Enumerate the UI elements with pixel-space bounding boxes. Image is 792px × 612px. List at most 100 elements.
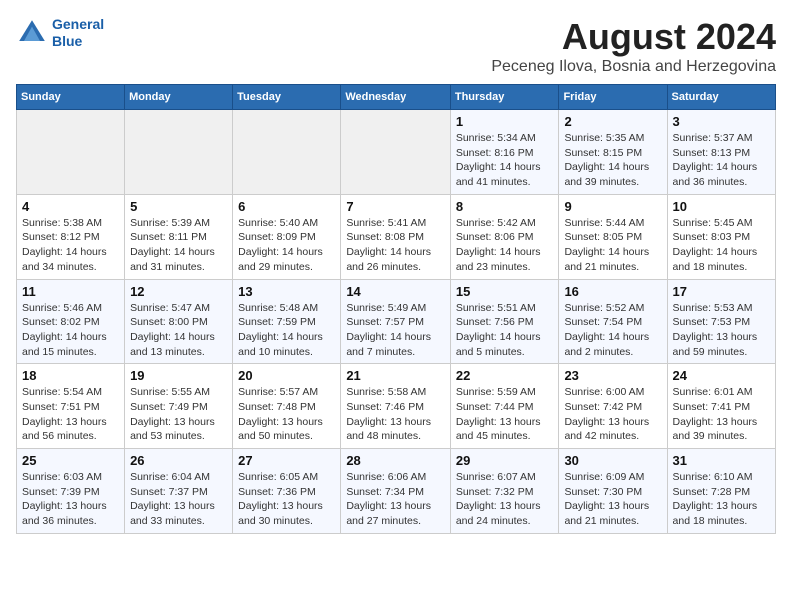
day-number: 30 (564, 453, 661, 468)
weekday-header-thursday: Thursday (450, 85, 559, 110)
calendar-cell: 7Sunrise: 5:41 AM Sunset: 8:08 PM Daylig… (341, 194, 451, 279)
day-number: 26 (130, 453, 227, 468)
calendar-cell: 28Sunrise: 6:06 AM Sunset: 7:34 PM Dayli… (341, 449, 451, 534)
calendar-cell: 13Sunrise: 5:48 AM Sunset: 7:59 PM Dayli… (233, 279, 341, 364)
calendar-cell: 26 Sunrise: 6:04 AM Sunset: 7:37 PM Dayli… (125, 449, 233, 534)
weekday-header-sunday: Sunday (17, 85, 125, 110)
day-number: 24 (673, 368, 770, 383)
day-info: Sunrise: 5:42 AM Sunset: 8:06 PM Dayligh… (456, 216, 554, 275)
month-title: August 2024 (491, 16, 776, 58)
calendar-cell: 8 Sunrise: 5:42 AM Sunset: 8:06 PM Daylig… (450, 194, 559, 279)
day-number: 7 (346, 199, 445, 214)
day-info: Sunrise: 5:46 AM Sunset: 8:02 PM Dayligh… (22, 301, 119, 360)
day-number: 28 (346, 453, 445, 468)
calendar-cell: 11 Sunrise: 5:46 AM Sunset: 8:02 PM Dayli… (17, 279, 125, 364)
day-info: Sunrise: 5:40 AM Sunset: 8:09 PM Dayligh… (238, 216, 335, 275)
calendar-cell: 20 Sunrise: 5:57 AM Sunset: 7:48 PM Dayli… (233, 364, 341, 449)
calendar-cell (125, 110, 233, 195)
day-number: 8 (456, 199, 554, 214)
day-info: Sunrise: 5:47 AM Sunset: 8:00 PM Dayligh… (130, 301, 227, 360)
location-subtitle: Peceneg Ilova, Bosnia and Herzegovina (491, 58, 776, 76)
day-info: Sunrise: 6:07 AM Sunset: 7:32 PM Dayligh… (456, 470, 554, 529)
day-number: 19 (130, 368, 227, 383)
day-number: 5 (130, 199, 227, 214)
calendar-cell: 21Sunrise: 5:58 AM Sunset: 7:46 PM Dayli… (341, 364, 451, 449)
calendar-cell: 9Sunrise: 5:44 AM Sunset: 8:05 PM Daylig… (559, 194, 667, 279)
day-number: 12 (130, 284, 227, 299)
day-info: Sunrise: 6:00 AM Sunset: 7:42 PM Dayligh… (564, 385, 661, 444)
day-info: Sunrise: 6:04 AM Sunset: 7:37 PM Dayligh… (130, 470, 227, 529)
calendar-table: SundayMondayTuesdayWednesdayThursdayFrid… (16, 84, 776, 534)
day-number: 6 (238, 199, 335, 214)
day-info: Sunrise: 6:03 AM Sunset: 7:39 PM Dayligh… (22, 470, 119, 529)
calendar-cell: 22 Sunrise: 5:59 AM Sunset: 7:44 PM Dayli… (450, 364, 559, 449)
day-info: Sunrise: 6:10 AM Sunset: 7:28 PM Dayligh… (673, 470, 770, 529)
calendar-cell: 12 Sunrise: 5:47 AM Sunset: 8:00 PM Dayli… (125, 279, 233, 364)
day-info: Sunrise: 5:51 AM Sunset: 7:56 PM Dayligh… (456, 301, 554, 360)
day-number: 27 (238, 453, 335, 468)
day-number: 16 (564, 284, 661, 299)
day-number: 17 (673, 284, 770, 299)
day-number: 22 (456, 368, 554, 383)
day-number: 29 (456, 453, 554, 468)
calendar-cell (341, 110, 451, 195)
calendar-cell: 30Sunrise: 6:09 AM Sunset: 7:30 PM Dayli… (559, 449, 667, 534)
calendar-cell (233, 110, 341, 195)
day-info: Sunrise: 5:54 AM Sunset: 7:51 PM Dayligh… (22, 385, 119, 444)
day-info: Sunrise: 6:01 AM Sunset: 7:41 PM Dayligh… (673, 385, 770, 444)
day-number: 15 (456, 284, 554, 299)
weekday-header-monday: Monday (125, 85, 233, 110)
page-header: General Blue August 2024 Peceneg Ilova, … (16, 16, 776, 76)
weekday-header-wednesday: Wednesday (341, 85, 451, 110)
weekday-header-friday: Friday (559, 85, 667, 110)
weekday-header-saturday: Saturday (667, 85, 775, 110)
day-info: Sunrise: 5:58 AM Sunset: 7:46 PM Dayligh… (346, 385, 445, 444)
calendar-cell: 4 Sunrise: 5:38 AM Sunset: 8:12 PM Daylig… (17, 194, 125, 279)
calendar-cell: 17Sunrise: 5:53 AM Sunset: 7:53 PM Dayli… (667, 279, 775, 364)
day-info: Sunrise: 5:55 AM Sunset: 7:49 PM Dayligh… (130, 385, 227, 444)
day-number: 4 (22, 199, 119, 214)
logo-text: General Blue (52, 16, 104, 50)
calendar-cell: 25Sunrise: 6:03 AM Sunset: 7:39 PM Dayli… (17, 449, 125, 534)
calendar-week-1: 1 Sunrise: 5:34 AM Sunset: 8:16 PM Daylig… (17, 110, 776, 195)
calendar-cell: 23Sunrise: 6:00 AM Sunset: 7:42 PM Dayli… (559, 364, 667, 449)
calendar-cell: 16 Sunrise: 5:52 AM Sunset: 7:54 PM Dayli… (559, 279, 667, 364)
day-number: 10 (673, 199, 770, 214)
calendar-cell: 2 Sunrise: 5:35 AM Sunset: 8:15 PM Daylig… (559, 110, 667, 195)
day-number: 18 (22, 368, 119, 383)
calendar-week-4: 18 Sunrise: 5:54 AM Sunset: 7:51 PM Dayli… (17, 364, 776, 449)
day-info: Sunrise: 5:39 AM Sunset: 8:11 PM Dayligh… (130, 216, 227, 275)
day-info: Sunrise: 5:59 AM Sunset: 7:44 PM Dayligh… (456, 385, 554, 444)
calendar-cell: 5 Sunrise: 5:39 AM Sunset: 8:11 PM Daylig… (125, 194, 233, 279)
day-info: Sunrise: 5:57 AM Sunset: 7:48 PM Dayligh… (238, 385, 335, 444)
day-number: 20 (238, 368, 335, 383)
day-info: Sunrise: 5:44 AM Sunset: 8:05 PM Dayligh… (564, 216, 661, 275)
calendar-week-3: 11 Sunrise: 5:46 AM Sunset: 8:02 PM Dayli… (17, 279, 776, 364)
day-info: Sunrise: 5:49 AM Sunset: 7:57 PM Dayligh… (346, 301, 445, 360)
day-info: Sunrise: 6:05 AM Sunset: 7:36 PM Dayligh… (238, 470, 335, 529)
day-info: Sunrise: 5:35 AM Sunset: 8:15 PM Dayligh… (564, 131, 661, 190)
day-number: 11 (22, 284, 119, 299)
calendar-cell (17, 110, 125, 195)
calendar-cell: 18 Sunrise: 5:54 AM Sunset: 7:51 PM Dayli… (17, 364, 125, 449)
day-number: 2 (564, 114, 661, 129)
day-info: Sunrise: 5:37 AM Sunset: 8:13 PM Dayligh… (673, 131, 770, 190)
day-info: Sunrise: 5:34 AM Sunset: 8:16 PM Dayligh… (456, 131, 554, 190)
calendar-cell: 6 Sunrise: 5:40 AM Sunset: 8:09 PM Daylig… (233, 194, 341, 279)
calendar-week-2: 4 Sunrise: 5:38 AM Sunset: 8:12 PM Daylig… (17, 194, 776, 279)
calendar-header-row: SundayMondayTuesdayWednesdayThursdayFrid… (17, 85, 776, 110)
calendar-week-5: 25Sunrise: 6:03 AM Sunset: 7:39 PM Dayli… (17, 449, 776, 534)
calendar-cell: 1 Sunrise: 5:34 AM Sunset: 8:16 PM Daylig… (450, 110, 559, 195)
calendar-cell: 14Sunrise: 5:49 AM Sunset: 7:57 PM Dayli… (341, 279, 451, 364)
day-info: Sunrise: 5:48 AM Sunset: 7:59 PM Dayligh… (238, 301, 335, 360)
calendar-cell: 19 Sunrise: 5:55 AM Sunset: 7:49 PM Dayli… (125, 364, 233, 449)
calendar-cell: 27 Sunrise: 6:05 AM Sunset: 7:36 PM Dayli… (233, 449, 341, 534)
calendar-cell: 15 Sunrise: 5:51 AM Sunset: 7:56 PM Dayli… (450, 279, 559, 364)
calendar-cell: 3Sunrise: 5:37 AM Sunset: 8:13 PM Daylig… (667, 110, 775, 195)
day-info: Sunrise: 5:45 AM Sunset: 8:03 PM Dayligh… (673, 216, 770, 275)
calendar-cell: 24 Sunrise: 6:01 AM Sunset: 7:41 PM Dayli… (667, 364, 775, 449)
day-number: 1 (456, 114, 554, 129)
weekday-header-tuesday: Tuesday (233, 85, 341, 110)
day-info: Sunrise: 5:38 AM Sunset: 8:12 PM Dayligh… (22, 216, 119, 275)
day-info: Sunrise: 5:52 AM Sunset: 7:54 PM Dayligh… (564, 301, 661, 360)
